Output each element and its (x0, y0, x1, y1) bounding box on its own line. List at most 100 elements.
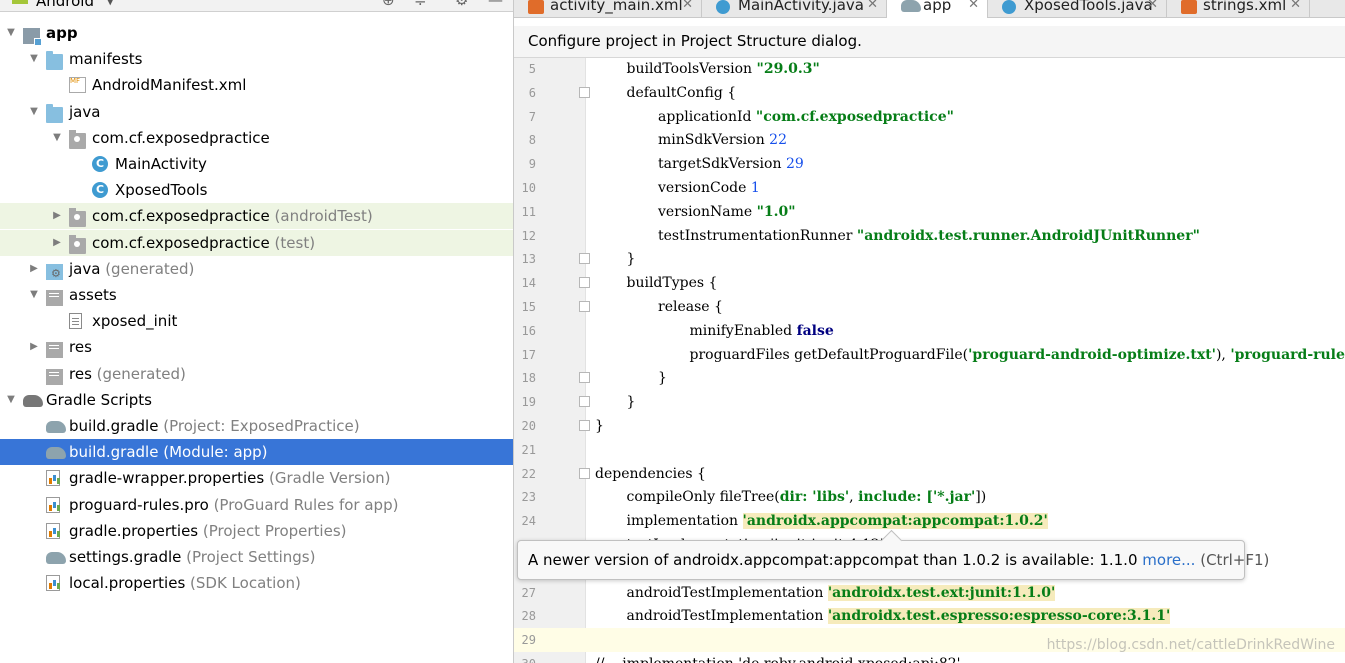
close-icon[interactable]: ✕ (867, 0, 878, 18)
tree-item[interactable]: C MainActivity (0, 151, 513, 177)
tree-item[interactable]: ▼ assets (0, 282, 513, 308)
editor-tab[interactable]: activity_main.xml ✕ (514, 0, 702, 18)
editor-tab[interactable]: MainActivity.java ✕ (702, 0, 887, 18)
package-icon (69, 234, 86, 254)
editor-tab[interactable]: strings.xml ✕ (1167, 0, 1310, 18)
tree-item[interactable]: ▶ com.cf.exposedpractice (test) (0, 229, 513, 256)
code-line[interactable]: 7 applicationId "com.cf.exposedpractice" (514, 105, 1345, 129)
collapse-arrow-icon[interactable]: ▶ (28, 256, 40, 282)
tree-item[interactable]: ▶ res (0, 334, 513, 360)
tree-item[interactable]: res (generated) (0, 361, 513, 387)
code-line[interactable]: 9 targetSdkVersion 29 (514, 152, 1345, 176)
code-line[interactable]: 11 versionName "1.0" (514, 200, 1345, 224)
tree-item[interactable]: build.gradle (Module: app) (0, 439, 513, 466)
code-line[interactable]: 13} (514, 247, 1345, 271)
hide-icon[interactable]: — (488, 0, 503, 9)
fold-marker-icon[interactable] (579, 372, 590, 384)
close-icon[interactable]: ✕ (682, 0, 693, 18)
expand-arrow-icon[interactable]: ▼ (28, 282, 40, 308)
code-line[interactable]: 28 androidTestImplementation 'androidx.te… (514, 604, 1345, 628)
xml-file-icon (1181, 0, 1197, 14)
tree-item[interactable]: C XposedTools (0, 177, 513, 203)
tree-item[interactable]: ▶ com.cf.exposedpractice (androidTest) (0, 203, 513, 230)
locate-icon[interactable]: ⊕ (382, 0, 395, 9)
chevron-down-icon[interactable]: ▼ (106, 0, 114, 7)
tree-item[interactable]: ▼ java (0, 99, 513, 125)
notification-banner: Configure project in Project Structure d… (514, 26, 1345, 58)
code-line[interactable]: 6 defaultConfig { (514, 81, 1345, 105)
tree-item[interactable]: ▼ manifests (0, 46, 513, 72)
collapse-icon[interactable]: ≑ (414, 0, 427, 9)
project-view-selector[interactable]: Android (36, 0, 94, 10)
tree-item[interactable]: settings.gradle (Project Settings) (0, 544, 513, 570)
banner-text[interactable]: Configure project in Project Structure d… (528, 32, 862, 50)
code-text: minifyEnabled false (689, 322, 834, 339)
code-line[interactable]: 27 androidTestImplementation 'androidx.te… (514, 581, 1345, 605)
code-line[interactable]: 22 dependencies { (514, 462, 1345, 486)
collapse-arrow-icon[interactable]: ▶ (51, 230, 63, 256)
editor-tab[interactable]: XposedTools.java ✕ (988, 0, 1167, 18)
code-text: androidTestImplementation 'androidx.test… (626, 608, 1171, 625)
code-line[interactable]: 20} (514, 414, 1345, 438)
collapse-arrow-icon[interactable]: ▶ (51, 203, 63, 229)
java-class-icon (716, 0, 730, 14)
tree-item[interactable]: ▼ com.cf.exposedpractice (0, 125, 513, 151)
expand-arrow-icon[interactable]: ▼ (28, 46, 40, 72)
expand-arrow-icon[interactable]: ▼ (5, 387, 17, 413)
code-line[interactable]: 30 // implementation 'de.robv.android.xpo… (514, 652, 1345, 663)
line-number: 17 (521, 347, 536, 362)
gear-icon[interactable]: ⚙ (455, 0, 468, 9)
tree-item[interactable]: ▼ Gradle Scripts (0, 387, 513, 413)
fold-marker-icon[interactable] (579, 420, 590, 431)
tree-item-label: gradle.properties (Project Properties) (69, 521, 347, 540)
line-number: 16 (521, 323, 536, 338)
fold-marker-icon[interactable] (579, 86, 590, 98)
code-line[interactable]: 19} (514, 390, 1345, 414)
expand-arrow-icon[interactable]: ▼ (51, 125, 63, 151)
collapse-arrow-icon[interactable]: ▶ (28, 334, 40, 360)
close-icon[interactable]: ✕ (1290, 0, 1301, 18)
fold-marker-icon[interactable] (579, 396, 590, 408)
tree-item[interactable]: gradle.properties (Project Properties) (0, 518, 513, 544)
tree-item[interactable]: gradle-wrapper.properties (Gradle Versio… (0, 465, 513, 491)
code-line[interactable]: 10 versionCode 1 (514, 176, 1345, 200)
fold-marker-icon[interactable] (579, 277, 590, 289)
code-line[interactable]: 16 minifyEnabled false (514, 319, 1345, 343)
tree-item[interactable]: ▼ app (0, 20, 513, 46)
expand-arrow-icon[interactable]: ▼ (28, 99, 40, 125)
close-icon[interactable]: ✕ (968, 0, 979, 18)
tab-overflow[interactable] (1310, 0, 1345, 18)
tree-item[interactable]: ▶ java (generated) (0, 256, 513, 287)
line-number: 29 (521, 633, 536, 648)
close-icon[interactable]: ✕ (1147, 0, 1158, 18)
code-text: versionName "1.0" (658, 203, 796, 220)
editor-tab[interactable]: app ✕ (887, 0, 988, 18)
java-class-icon (1002, 0, 1016, 14)
code-line[interactable]: 21 (514, 438, 1345, 462)
code-line[interactable]: 5 buildToolsVersion "29.0.3" (514, 58, 1345, 81)
code-text: testInstrumentationRunner "androidx.test… (658, 227, 1200, 244)
tree-item[interactable]: MF AndroidManifest.xml (0, 72, 513, 98)
android-icon (12, 0, 28, 4)
code-line[interactable]: 12 testInstrumentationRunner "androidx.te… (514, 224, 1345, 248)
tooltip-more-link[interactable]: more... (1142, 551, 1195, 569)
properties-file-icon (46, 496, 60, 513)
code-line[interactable]: 8 minSdkVersion 22 (514, 128, 1345, 152)
code-line[interactable]: 17 proguardFiles getDefaultProguardFile('… (514, 343, 1345, 367)
fold-marker-icon[interactable] (579, 253, 590, 265)
code-line[interactable]: 14 buildTypes { (514, 271, 1345, 295)
code-text: } (595, 418, 604, 434)
tree-item[interactable]: proguard-rules.pro (ProGuard Rules for a… (0, 492, 513, 518)
expand-arrow-icon[interactable]: ▼ (5, 20, 17, 46)
code-line[interactable]: 23 compileOnly fileTree(dir: 'libs', incl… (514, 485, 1345, 509)
code-line[interactable]: 24 implementation 'androidx.appcompat:app… (514, 509, 1345, 533)
fold-marker-icon[interactable] (579, 301, 590, 312)
tree-item[interactable]: build.gradle (Project: ExposedPractice) (0, 413, 513, 439)
fold-marker-icon[interactable] (579, 467, 590, 479)
line-number: 15 (521, 300, 536, 314)
tree-item-label: com.cf.exposedpractice (test) (92, 233, 316, 252)
tree-item[interactable]: local.properties (SDK Location) (0, 570, 513, 596)
tree-item[interactable]: xposed_init (0, 308, 513, 334)
code-line[interactable]: 15 release { (514, 295, 1345, 319)
code-line[interactable]: 18} (514, 366, 1345, 390)
